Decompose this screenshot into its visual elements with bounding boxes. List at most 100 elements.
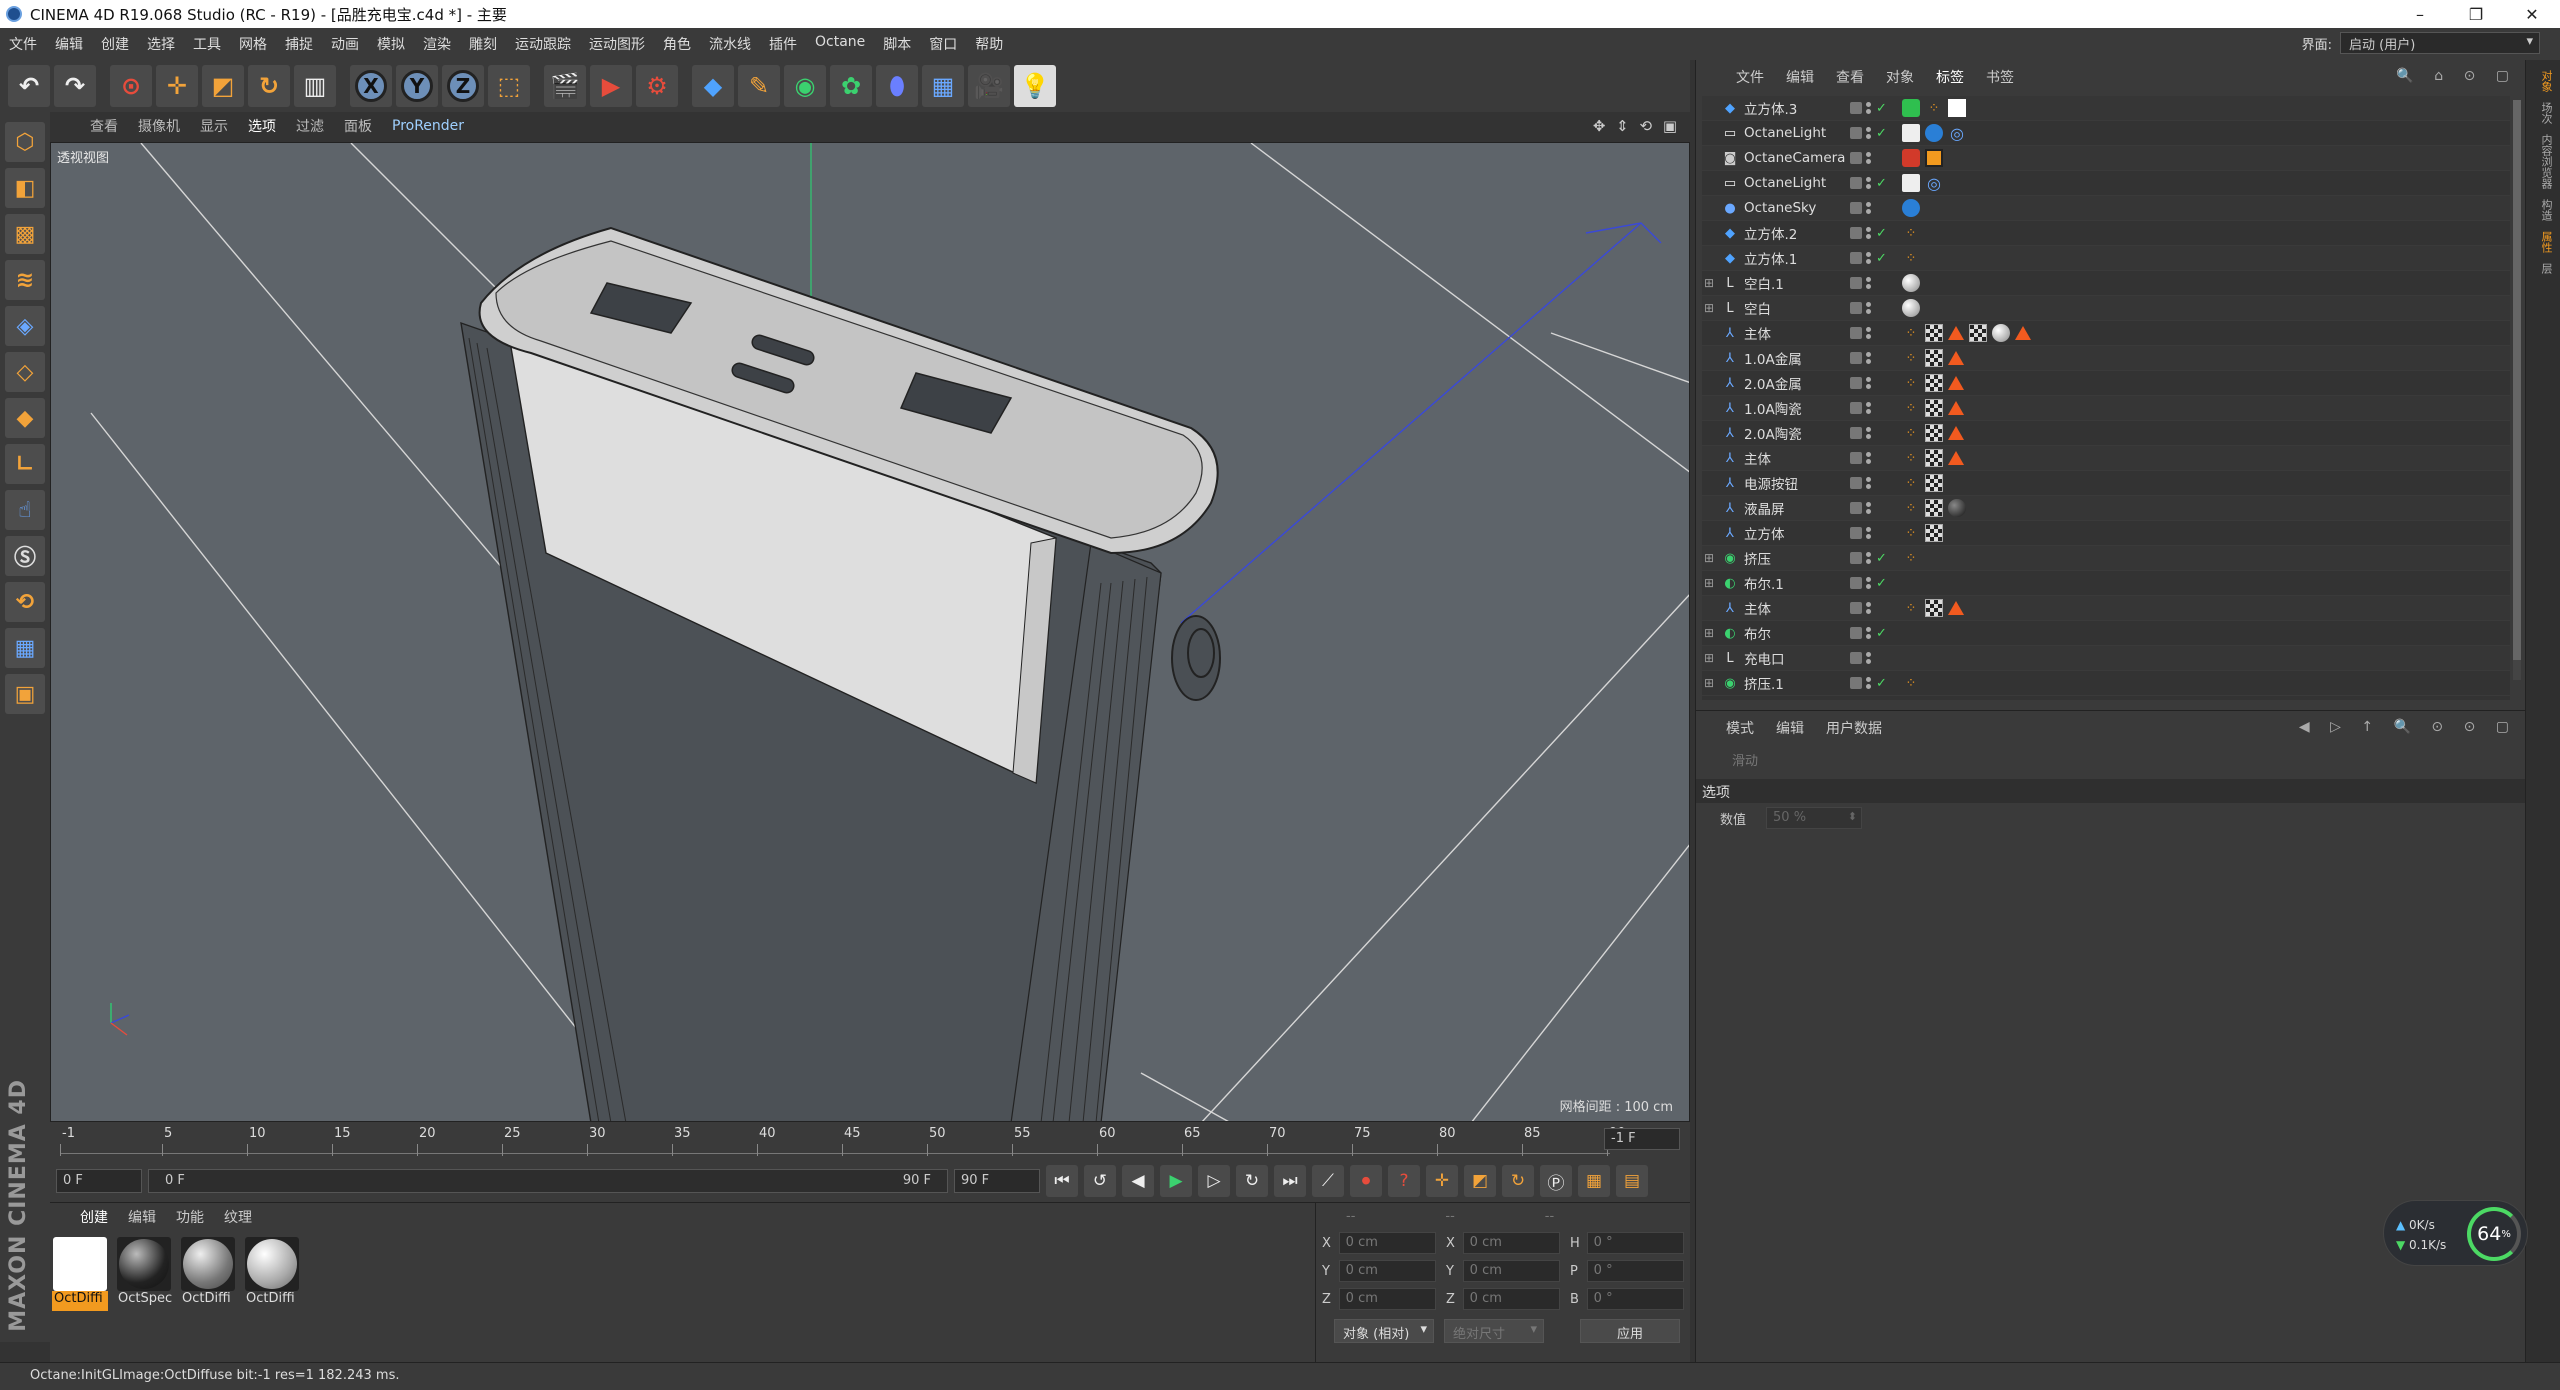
model-mode-icon[interactable]: ◧ (5, 168, 45, 208)
menu-item[interactable]: 工具 (184, 34, 230, 54)
menu-item[interactable]: 角色 (654, 34, 700, 54)
object-row[interactable]: ⊞ ◐ 布尔.1 ✓ (1702, 571, 2510, 596)
object-name[interactable]: 立方体 (1744, 523, 1852, 543)
prev-frame-icon[interactable]: ◀ (1122, 1165, 1154, 1197)
layer-icon[interactable] (1850, 652, 1862, 664)
enabled-check-icon[interactable]: ✓ (1876, 101, 1887, 116)
menu-item[interactable]: 捕捉 (276, 34, 322, 54)
perspective-viewport[interactable]: 透视视图 网格间距 : 100 cm (50, 142, 1690, 1122)
viewport-menu-item[interactable]: 面板 (334, 116, 382, 136)
expand-toggle[interactable]: ⊞ (1702, 651, 1716, 665)
camera-icon[interactable]: 🎥 (968, 65, 1010, 107)
enabled-check-icon[interactable]: ✓ (1876, 576, 1887, 591)
go-to-end-icon[interactable]: ⏭ (1274, 1165, 1306, 1197)
enabled-check-icon[interactable]: ✓ (1876, 226, 1887, 241)
phong-tag-icon[interactable]: ⁘ (1902, 549, 1920, 567)
end-frame-field[interactable]: 90 F (954, 1169, 1040, 1193)
deformer-icon[interactable]: ⬮ (876, 65, 918, 107)
cloner-icon[interactable]: ✿ (830, 65, 872, 107)
visibility-dots-icon[interactable] (1866, 302, 1872, 314)
light-tag-icon[interactable] (1902, 174, 1920, 192)
enabled-check-icon[interactable]: ✓ (1876, 176, 1887, 191)
object-row[interactable]: ⅄ 2.0A金属 ⁘ (1702, 371, 2510, 396)
octane-object-tag-icon[interactable] (1948, 326, 1964, 340)
visibility-dots-icon[interactable] (1866, 477, 1872, 489)
octane-object-tag-icon[interactable] (1948, 351, 1964, 365)
layer-icon[interactable] (1850, 252, 1862, 264)
coordinate-field[interactable]: 0 cm (1462, 1260, 1560, 1282)
layer-icon[interactable] (1850, 227, 1862, 239)
phong-tag-icon[interactable]: ⁘ (1925, 99, 1943, 117)
object-manager-menu-item[interactable]: 编辑 (1786, 67, 1814, 87)
coordinate-system-icon[interactable]: ⬚ (488, 65, 530, 107)
attribute-header-icons[interactable]: ◀ ▷ ↑ 🔍 ⊙ ⊙ ▢ (2299, 719, 2517, 735)
autokey-icon[interactable]: ? (1388, 1165, 1420, 1197)
target-tag-icon[interactable]: ◎ (1948, 124, 1966, 143)
viewport-scene[interactable] (51, 143, 1690, 1122)
phong-tag-icon[interactable]: ⁘ (1902, 674, 1920, 692)
expand-toggle[interactable]: ⊞ (1702, 576, 1716, 590)
close-button[interactable]: ✕ (2504, 0, 2560, 28)
layer-icon[interactable] (1850, 327, 1862, 339)
apply-button[interactable]: 应用 (1580, 1319, 1680, 1343)
visibility-dots-icon[interactable] (1866, 102, 1872, 114)
texture-tag-icon[interactable] (1925, 474, 1943, 492)
object-name[interactable]: 液晶屏 (1744, 498, 1852, 518)
texture-tag-icon[interactable] (1969, 324, 1987, 342)
viewport-menu-item[interactable]: 查看 (80, 116, 128, 136)
expand-toggle[interactable]: ⊞ (1702, 301, 1716, 315)
expand-toggle[interactable]: ⊞ (1702, 551, 1716, 565)
viewport-menu-item[interactable]: 过滤 (286, 116, 334, 136)
next-key-icon[interactable]: ↻ (1236, 1165, 1268, 1197)
material-menu-item[interactable]: 功能 (176, 1207, 204, 1227)
octane-camera-tag-icon[interactable] (1925, 149, 1943, 167)
undo-icon[interactable]: ↶ (8, 65, 50, 107)
object-row[interactable]: ⅄ 液晶屏 ⁘ (1702, 496, 2510, 521)
maximize-button[interactable]: ❐ (2448, 0, 2504, 28)
y-axis-lock-icon[interactable]: Y (396, 65, 438, 107)
material-tag-icon[interactable] (1948, 99, 1966, 117)
object-name[interactable]: 立方体.3 (1744, 98, 1852, 118)
object-row[interactable]: ◙ OctaneCamera (1702, 146, 2510, 171)
layer-icon[interactable] (1850, 177, 1862, 189)
coordinate-field[interactable]: 0 ° (1586, 1260, 1684, 1282)
render-picture-viewer-icon[interactable]: ▶ (590, 65, 632, 107)
attribute-menu-item[interactable]: 模式 (1726, 718, 1754, 738)
motion-path-icon[interactable]: ⟋ (1312, 1165, 1344, 1197)
phong-tag-icon[interactable]: ⁘ (1902, 474, 1920, 492)
phong-tag-icon[interactable]: ⁘ (1902, 449, 1920, 467)
right-tab[interactable]: 属性 (2532, 231, 2554, 253)
visibility-dots-icon[interactable] (1866, 602, 1872, 614)
object-row[interactable]: ◆ 立方体.2 ✓ ⁘ (1702, 221, 2510, 246)
menu-item[interactable]: 动画 (322, 34, 368, 54)
pen-spline-icon[interactable]: ✎ (738, 65, 780, 107)
cube-primitive-icon[interactable]: ◆ (692, 65, 734, 107)
snap-icon[interactable]: ⟲ (5, 582, 45, 622)
phong-tag-icon[interactable]: ⁘ (1902, 499, 1920, 517)
preview-range-slider[interactable]: 0 F 90 F (148, 1169, 948, 1193)
expand-toggle[interactable]: ⊞ (1702, 626, 1716, 640)
layer-icon[interactable] (1850, 602, 1862, 614)
layer-icon[interactable] (1850, 577, 1862, 589)
object-name[interactable]: 空白.1 (1744, 273, 1852, 293)
coordinate-field[interactable]: 0 ° (1586, 1288, 1684, 1310)
render-settings-icon[interactable]: ⚙ (636, 65, 678, 107)
object-manager-menu-item[interactable]: 对象 (1886, 67, 1914, 87)
material-menu-item[interactable]: 纹理 (224, 1207, 252, 1227)
phong-tag-icon[interactable]: ⁘ (1902, 399, 1920, 417)
menu-item[interactable]: 插件 (760, 34, 806, 54)
layer-icon[interactable] (1850, 402, 1862, 414)
object-name[interactable]: 1.0A陶瓷 (1744, 398, 1852, 418)
phong-tag-icon[interactable]: ⁘ (1902, 599, 1920, 617)
key-rotation-icon[interactable]: ↻ (1502, 1165, 1534, 1197)
object-name[interactable]: 立方体.2 (1744, 223, 1852, 243)
object-manager-menu-item[interactable]: 文件 (1736, 67, 1764, 87)
object-name[interactable]: 挤压.1 (1744, 673, 1852, 693)
enabled-check-icon[interactable]: ✓ (1876, 551, 1887, 566)
light-icon[interactable]: 💡 (1014, 65, 1056, 107)
floor-icon[interactable]: ▦ (922, 65, 964, 107)
layer-icon[interactable] (1850, 502, 1862, 514)
visibility-dots-icon[interactable] (1866, 652, 1872, 664)
object-row[interactable]: ⅄ 1.0A陶瓷 ⁘ (1702, 396, 2510, 421)
octane-object-tag-icon[interactable] (1948, 451, 1964, 465)
